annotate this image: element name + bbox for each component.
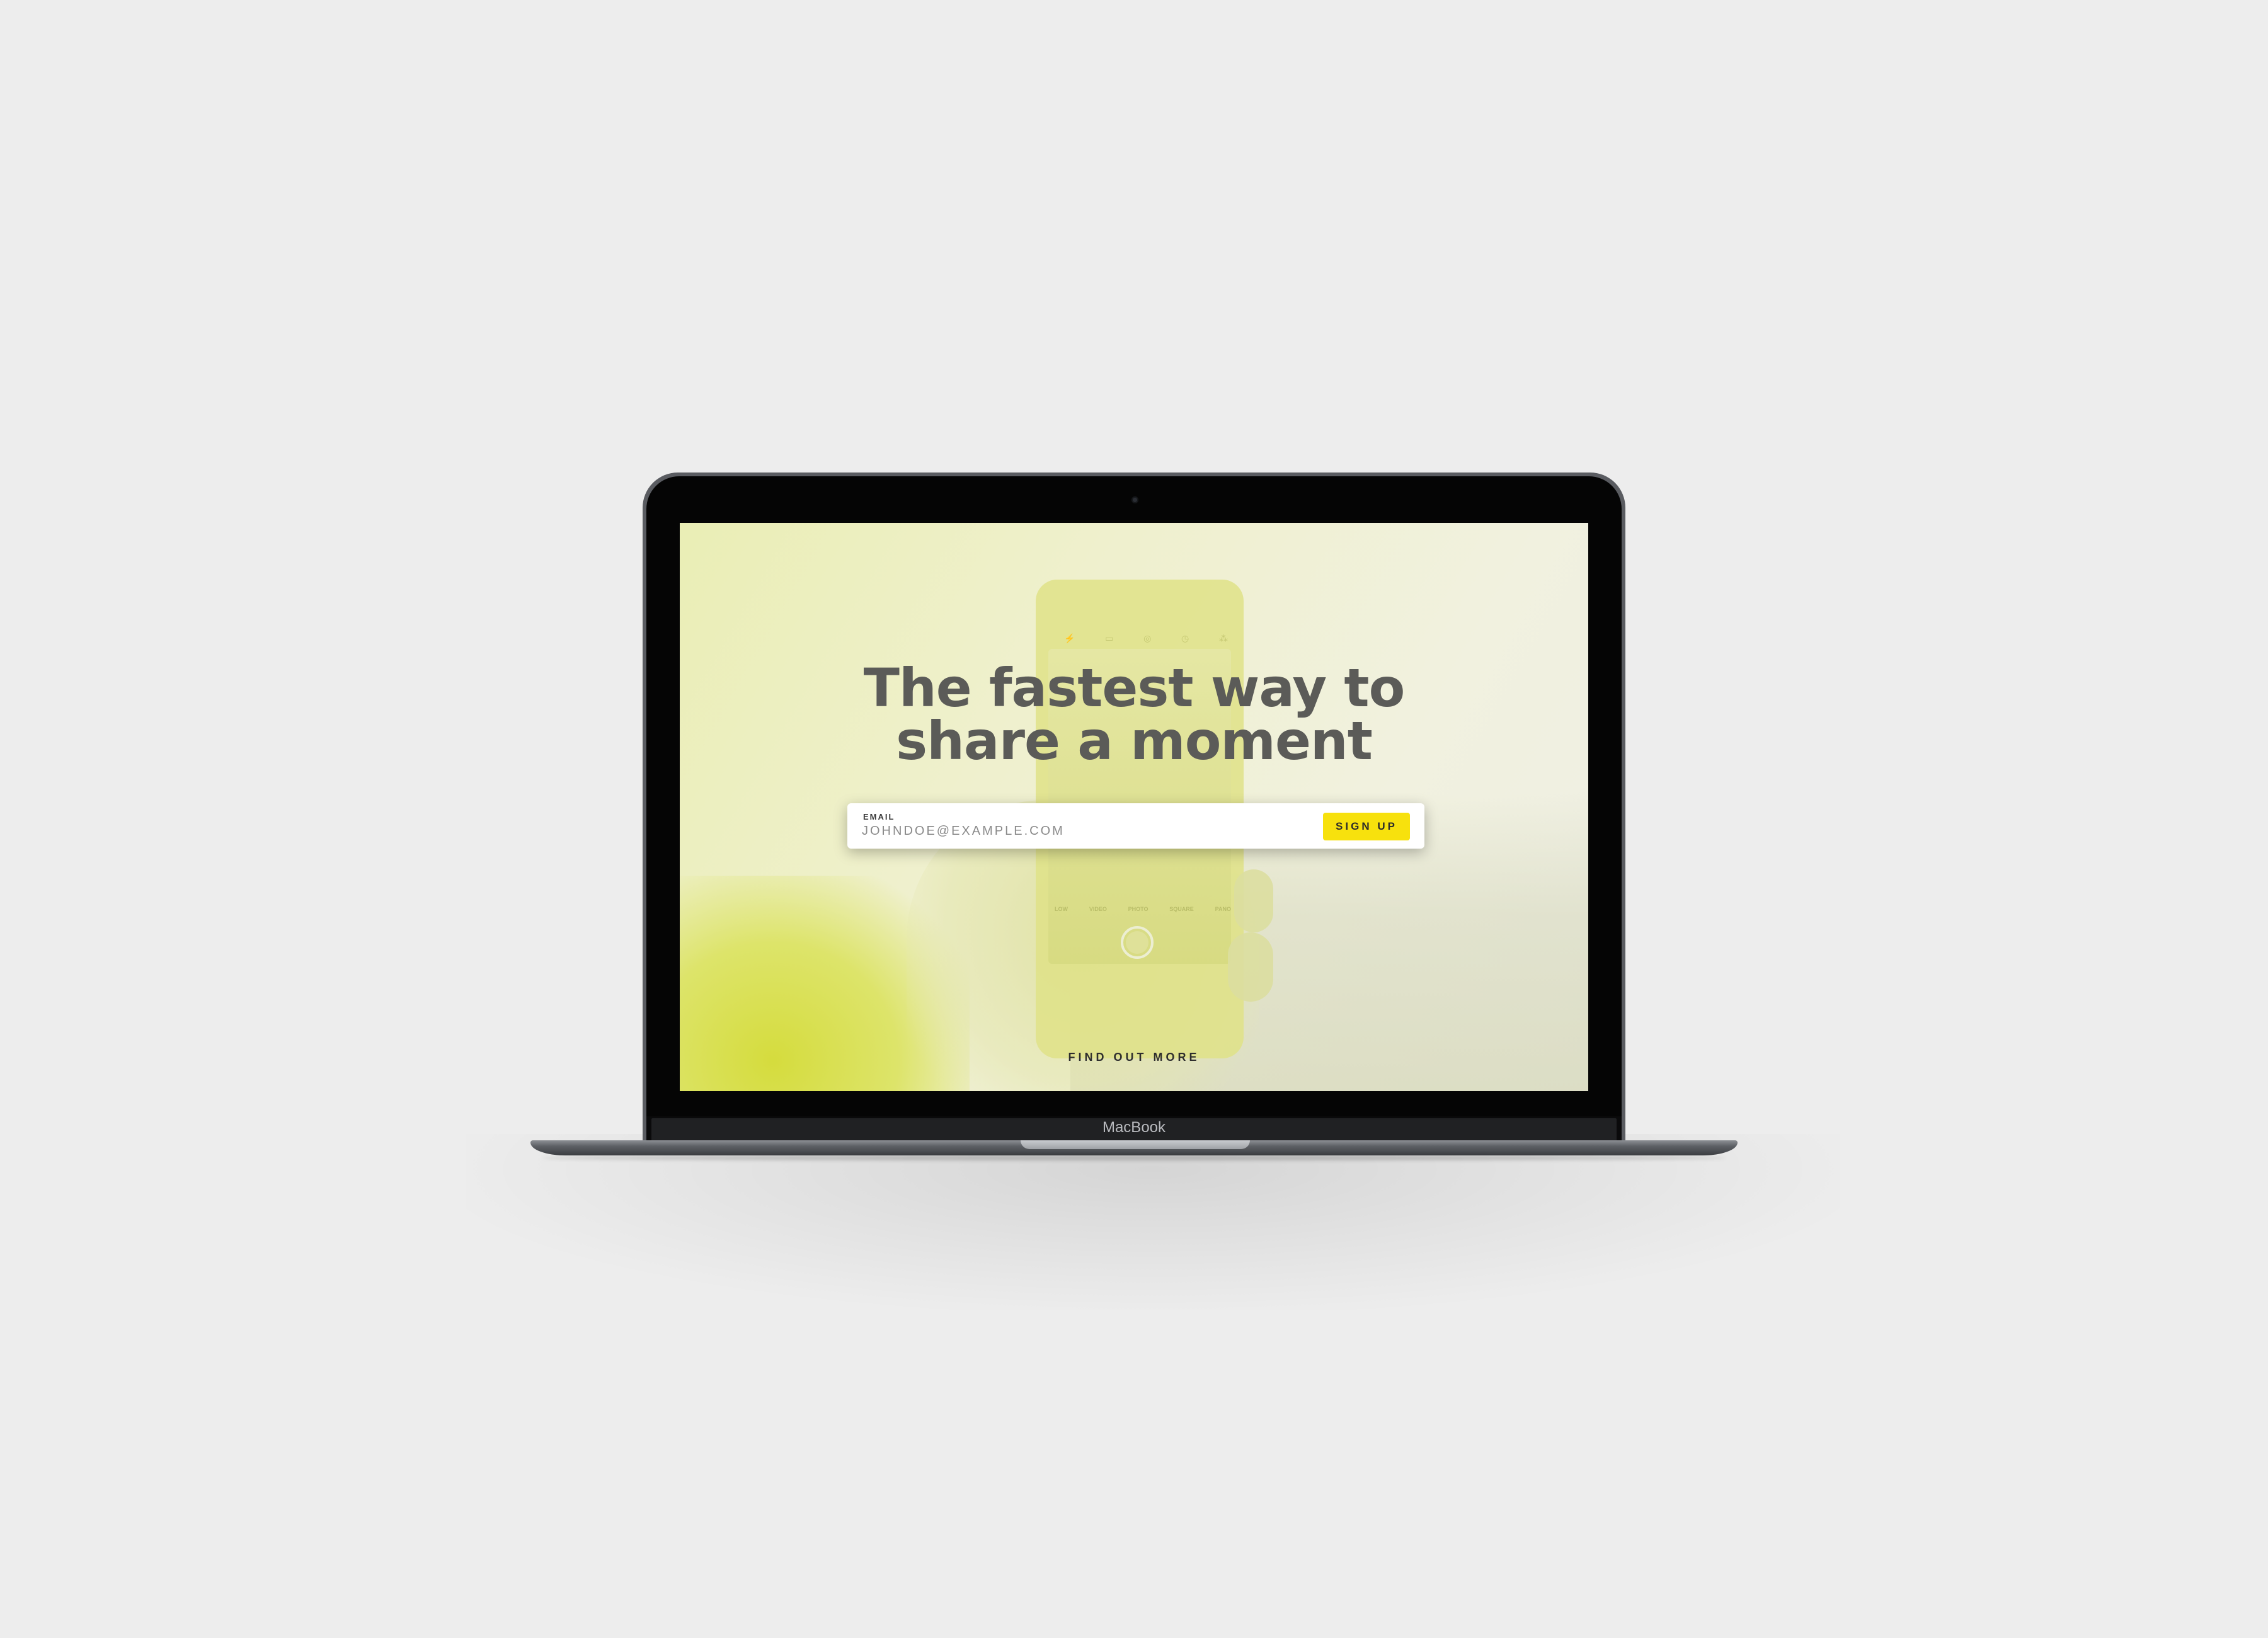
phone-mode-label: VIDEO xyxy=(1089,906,1107,912)
phone-mode-label: LOW xyxy=(1055,906,1068,912)
background-photo-finger xyxy=(1234,869,1273,932)
sign-up-button[interactable]: SIGN UP xyxy=(1323,813,1410,840)
mockup-scene: ⚡ ▭ ◎ ◷ ⁂ LOW VIDEO PHOTO SQUARE PANO Th… xyxy=(0,0,2268,1638)
timer-icon: ◷ xyxy=(1181,633,1189,643)
laptop-base-shadow xyxy=(542,1155,1726,1160)
macbook-logo: MacBook xyxy=(1102,1119,1166,1136)
hdr-icon: ▭ xyxy=(1105,633,1114,643)
shutter-inner-icon xyxy=(1126,931,1148,954)
flash-icon: ⚡ xyxy=(1064,633,1075,643)
phone-camera-toolbar: ⚡ ▭ ◎ ◷ ⁂ xyxy=(1064,633,1228,646)
filter-icon: ⁂ xyxy=(1218,633,1228,643)
background-photo-finger xyxy=(1228,932,1273,1002)
phone-mode-label: PHOTO xyxy=(1128,906,1148,912)
phone-mode-label: SQUARE xyxy=(1169,906,1194,912)
email-field[interactable] xyxy=(862,822,1297,840)
signup-form: EMAIL SIGN UP xyxy=(847,803,1424,849)
phone-camera-modes: LOW VIDEO PHOTO SQUARE PANO xyxy=(1055,906,1231,912)
laptop-hinge-notch xyxy=(1021,1140,1250,1149)
webcam-icon xyxy=(1131,496,1138,503)
hero-headline-line1: The fastest way to xyxy=(863,657,1406,719)
live-photo-icon: ◎ xyxy=(1143,633,1152,643)
phone-mode-label: PANO xyxy=(1215,906,1231,912)
laptop-screen: ⚡ ▭ ◎ ◷ ⁂ LOW VIDEO PHOTO SQUARE PANO Th… xyxy=(680,523,1588,1091)
hero-headline-line2: share a moment xyxy=(896,710,1373,772)
find-out-more-link[interactable]: FIND OUT MORE xyxy=(680,1051,1588,1064)
laptop-shadow xyxy=(466,1134,1840,1310)
email-label: EMAIL xyxy=(863,812,895,822)
hero-headline: The fastest way to share a moment xyxy=(680,662,1588,767)
